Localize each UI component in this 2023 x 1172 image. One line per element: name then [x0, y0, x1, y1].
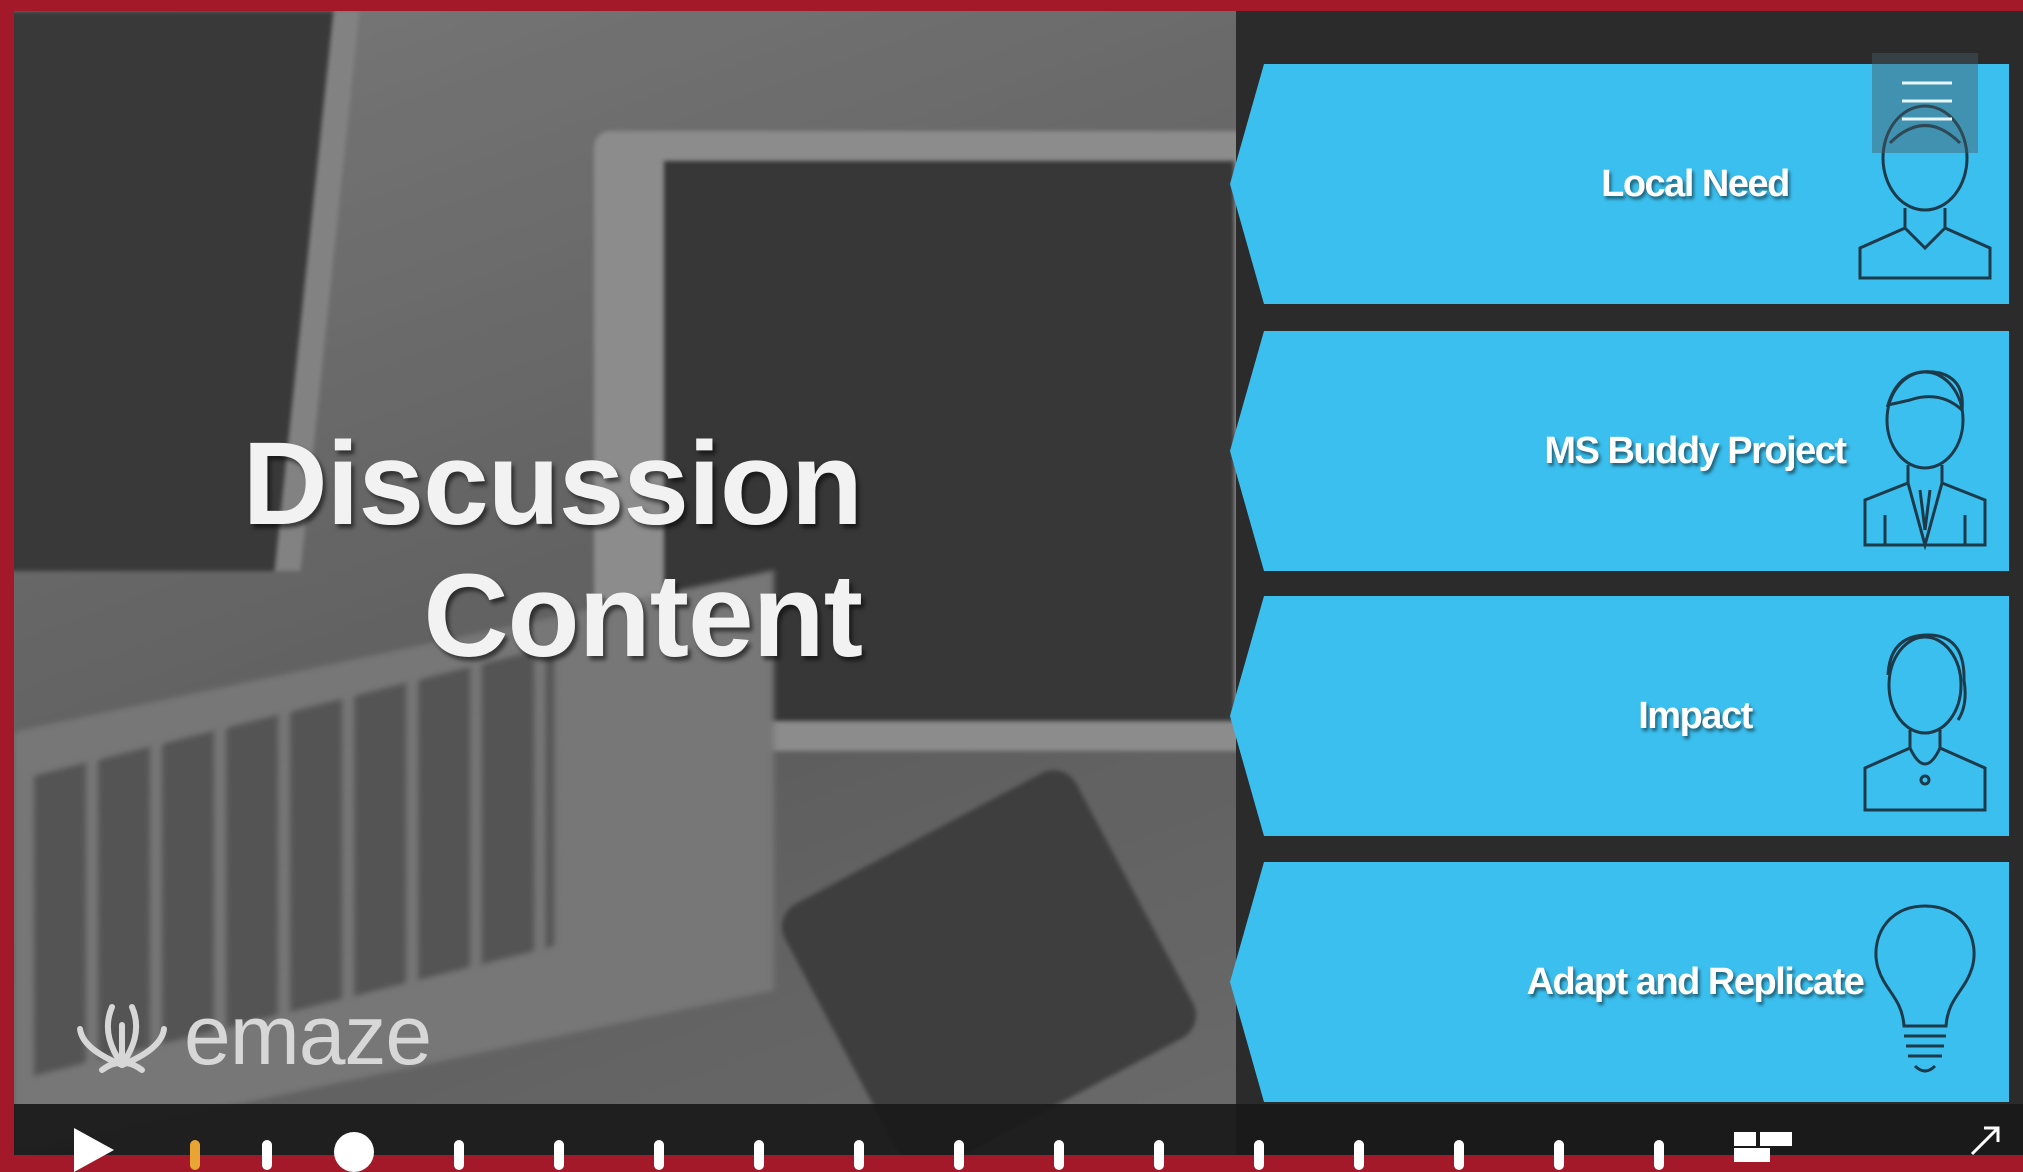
timeline-slide-marker[interactable]: [854, 1140, 864, 1170]
thumbnails-icon[interactable]: [1734, 1132, 1792, 1162]
hamburger-menu-button[interactable]: [1872, 53, 1978, 153]
emaze-flower-icon: [77, 1004, 167, 1073]
timeline-slide-marker[interactable]: [1054, 1140, 1064, 1170]
logo-text: emaze: [184, 987, 432, 1082]
title-line-1: Discussion: [242, 418, 863, 550]
timeline-slide-marker[interactable]: [1354, 1140, 1364, 1170]
timeline-slide-marker[interactable]: [1154, 1140, 1164, 1170]
timeline-slide-marker[interactable]: [654, 1140, 664, 1170]
timeline-slide-marker[interactable]: [1254, 1140, 1264, 1170]
timeline-slide-marker[interactable]: [1554, 1140, 1564, 1170]
timeline-slide-marker[interactable]: [554, 1140, 564, 1170]
timeline-slide-marker[interactable]: [262, 1140, 272, 1170]
lightbulb-icon: [1874, 904, 1976, 1073]
timeline-scrubber[interactable]: [334, 1132, 374, 1172]
menu-item-impact[interactable]: Impact: [1230, 596, 2009, 836]
menu-item-adapt-and-replicate[interactable]: Adapt and Replicate: [1230, 862, 2009, 1102]
title-line-2: Content: [423, 550, 863, 682]
timeline-slide-marker[interactable]: [454, 1140, 464, 1170]
woman-icon: [1863, 633, 1987, 812]
menu-item-ms-buddy-project[interactable]: MS Buddy Project: [1230, 331, 2009, 571]
emaze-logo: emaze: [72, 988, 432, 1082]
slide-title: Discussion Content: [150, 418, 863, 682]
play-icon[interactable]: [74, 1128, 114, 1172]
fullscreen-icon[interactable]: [1964, 1122, 2004, 1162]
menu-icon: [1902, 81, 1952, 121]
timeline-slide-marker[interactable]: [1654, 1140, 1664, 1170]
timeline-slide-marker[interactable]: [954, 1140, 964, 1170]
timeline-slide-marker[interactable]: [1454, 1140, 1464, 1170]
player-controls: [14, 1104, 2023, 1172]
businessman-icon: [1863, 370, 1987, 550]
timeline-current-marker: [190, 1140, 200, 1170]
timeline-slide-marker[interactable]: [754, 1140, 764, 1170]
